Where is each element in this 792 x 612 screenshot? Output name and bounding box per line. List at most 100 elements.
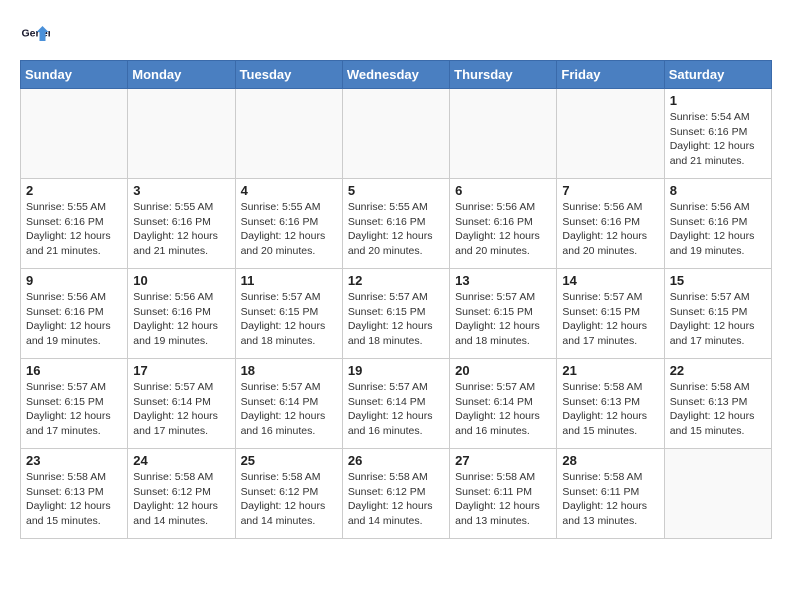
day-number: 10 xyxy=(133,273,229,288)
calendar-cell: 24 Sunrise: 5:58 AM Sunset: 6:12 PM Dayli… xyxy=(128,449,235,539)
day-number: 4 xyxy=(241,183,337,198)
calendar-header-row: SundayMondayTuesdayWednesdayThursdayFrid… xyxy=(21,61,772,89)
day-info: Sunrise: 5:57 AM Sunset: 6:15 PM Dayligh… xyxy=(348,290,444,349)
calendar-cell: 9Sunrise: 5:56 AM Sunset: 6:16 PM Daylig… xyxy=(21,269,128,359)
calendar-cell: 18 Sunrise: 5:57 AM Sunset: 6:14 PM Dayli… xyxy=(235,359,342,449)
calendar-cell xyxy=(557,89,664,179)
day-info: Sunrise: 5:58 AM Sunset: 6:13 PM Dayligh… xyxy=(562,380,658,439)
calendar-cell: 8 Sunrise: 5:56 AM Sunset: 6:16 PM Daylig… xyxy=(664,179,771,269)
day-number: 24 xyxy=(133,453,229,468)
day-number: 22 xyxy=(670,363,766,378)
calendar-cell: 3 Sunrise: 5:55 AM Sunset: 6:16 PM Daylig… xyxy=(128,179,235,269)
day-number: 28 xyxy=(562,453,658,468)
day-number: 11 xyxy=(241,273,337,288)
calendar-cell: 2 Sunrise: 5:55 AM Sunset: 6:16 PM Daylig… xyxy=(21,179,128,269)
calendar-cell: 5 Sunrise: 5:55 AM Sunset: 6:16 PM Daylig… xyxy=(342,179,449,269)
day-info: Sunrise: 5:56 AM Sunset: 6:16 PM Dayligh… xyxy=(562,200,658,259)
day-info: Sunrise: 5:57 AM Sunset: 6:14 PM Dayligh… xyxy=(348,380,444,439)
calendar-table: SundayMondayTuesdayWednesdayThursdayFrid… xyxy=(20,60,772,539)
calendar-cell: 25 Sunrise: 5:58 AM Sunset: 6:12 PM Dayli… xyxy=(235,449,342,539)
day-header-sunday: Sunday xyxy=(21,61,128,89)
calendar-cell: 17 Sunrise: 5:57 AM Sunset: 6:14 PM Dayli… xyxy=(128,359,235,449)
day-number: 15 xyxy=(670,273,766,288)
calendar-week-1: 2 Sunrise: 5:55 AM Sunset: 6:16 PM Daylig… xyxy=(21,179,772,269)
calendar-cell xyxy=(21,89,128,179)
calendar-cell: 13Sunrise: 5:57 AM Sunset: 6:15 PM Dayli… xyxy=(450,269,557,359)
day-info: Sunrise: 5:57 AM Sunset: 6:15 PM Dayligh… xyxy=(26,380,122,439)
calendar-cell: 19 Sunrise: 5:57 AM Sunset: 6:14 PM Dayli… xyxy=(342,359,449,449)
calendar-cell: 22 Sunrise: 5:58 AM Sunset: 6:13 PM Dayli… xyxy=(664,359,771,449)
day-number: 9 xyxy=(26,273,122,288)
day-info: Sunrise: 5:58 AM Sunset: 6:12 PM Dayligh… xyxy=(133,470,229,529)
logo-icon: General xyxy=(20,20,50,50)
calendar-cell: 16 Sunrise: 5:57 AM Sunset: 6:15 PM Dayli… xyxy=(21,359,128,449)
day-info: Sunrise: 5:57 AM Sunset: 6:14 PM Dayligh… xyxy=(455,380,551,439)
day-header-thursday: Thursday xyxy=(450,61,557,89)
day-info: Sunrise: 5:57 AM Sunset: 6:14 PM Dayligh… xyxy=(133,380,229,439)
day-header-monday: Monday xyxy=(128,61,235,89)
calendar-week-4: 23 Sunrise: 5:58 AM Sunset: 6:13 PM Dayli… xyxy=(21,449,772,539)
day-info: Sunrise: 5:58 AM Sunset: 6:13 PM Dayligh… xyxy=(26,470,122,529)
calendar-week-3: 16 Sunrise: 5:57 AM Sunset: 6:15 PM Dayli… xyxy=(21,359,772,449)
day-number: 6 xyxy=(455,183,551,198)
day-number: 12 xyxy=(348,273,444,288)
calendar-cell: 23 Sunrise: 5:58 AM Sunset: 6:13 PM Dayli… xyxy=(21,449,128,539)
day-number: 26 xyxy=(348,453,444,468)
calendar-cell: 15Sunrise: 5:57 AM Sunset: 6:15 PM Dayli… xyxy=(664,269,771,359)
day-info: Sunrise: 5:58 AM Sunset: 6:13 PM Dayligh… xyxy=(670,380,766,439)
day-number: 25 xyxy=(241,453,337,468)
calendar-cell xyxy=(128,89,235,179)
logo: General xyxy=(20,20,52,50)
day-info: Sunrise: 5:58 AM Sunset: 6:11 PM Dayligh… xyxy=(562,470,658,529)
day-info: Sunrise: 5:55 AM Sunset: 6:16 PM Dayligh… xyxy=(348,200,444,259)
day-number: 27 xyxy=(455,453,551,468)
calendar-cell: 28 Sunrise: 5:58 AM Sunset: 6:11 PM Dayli… xyxy=(557,449,664,539)
calendar-week-0: 1 Sunrise: 5:54 AM Sunset: 6:16 PM Daylig… xyxy=(21,89,772,179)
calendar-cell: 11Sunrise: 5:57 AM Sunset: 6:15 PM Dayli… xyxy=(235,269,342,359)
page-header: General xyxy=(20,20,772,50)
day-info: Sunrise: 5:55 AM Sunset: 6:16 PM Dayligh… xyxy=(241,200,337,259)
day-number: 21 xyxy=(562,363,658,378)
day-info: Sunrise: 5:55 AM Sunset: 6:16 PM Dayligh… xyxy=(133,200,229,259)
day-header-saturday: Saturday xyxy=(664,61,771,89)
day-number: 2 xyxy=(26,183,122,198)
calendar-cell: 21 Sunrise: 5:58 AM Sunset: 6:13 PM Dayli… xyxy=(557,359,664,449)
calendar-cell: 7 Sunrise: 5:56 AM Sunset: 6:16 PM Daylig… xyxy=(557,179,664,269)
day-number: 7 xyxy=(562,183,658,198)
day-info: Sunrise: 5:58 AM Sunset: 6:12 PM Dayligh… xyxy=(241,470,337,529)
calendar-cell: 10 Sunrise: 5:56 AM Sunset: 6:16 PM Dayli… xyxy=(128,269,235,359)
day-number: 1 xyxy=(670,93,766,108)
day-number: 18 xyxy=(241,363,337,378)
day-number: 23 xyxy=(26,453,122,468)
calendar-cell: 26 Sunrise: 5:58 AM Sunset: 6:12 PM Dayli… xyxy=(342,449,449,539)
day-number: 20 xyxy=(455,363,551,378)
day-info: Sunrise: 5:54 AM Sunset: 6:16 PM Dayligh… xyxy=(670,110,766,169)
calendar-cell: 20 Sunrise: 5:57 AM Sunset: 6:14 PM Dayli… xyxy=(450,359,557,449)
day-header-friday: Friday xyxy=(557,61,664,89)
calendar-cell: 12 Sunrise: 5:57 AM Sunset: 6:15 PM Dayli… xyxy=(342,269,449,359)
calendar-cell xyxy=(342,89,449,179)
calendar-cell xyxy=(664,449,771,539)
day-number: 8 xyxy=(670,183,766,198)
day-number: 5 xyxy=(348,183,444,198)
calendar-cell xyxy=(235,89,342,179)
calendar-cell: 1 Sunrise: 5:54 AM Sunset: 6:16 PM Daylig… xyxy=(664,89,771,179)
day-info: Sunrise: 5:55 AM Sunset: 6:16 PM Dayligh… xyxy=(26,200,122,259)
day-info: Sunrise: 5:57 AM Sunset: 6:14 PM Dayligh… xyxy=(241,380,337,439)
day-number: 14 xyxy=(562,273,658,288)
day-info: Sunrise: 5:56 AM Sunset: 6:16 PM Dayligh… xyxy=(133,290,229,349)
calendar-cell xyxy=(450,89,557,179)
day-info: Sunrise: 5:56 AM Sunset: 6:16 PM Dayligh… xyxy=(670,200,766,259)
day-number: 17 xyxy=(133,363,229,378)
day-info: Sunrise: 5:58 AM Sunset: 6:11 PM Dayligh… xyxy=(455,470,551,529)
day-info: Sunrise: 5:56 AM Sunset: 6:16 PM Dayligh… xyxy=(455,200,551,259)
day-number: 16 xyxy=(26,363,122,378)
day-info: Sunrise: 5:58 AM Sunset: 6:12 PM Dayligh… xyxy=(348,470,444,529)
day-info: Sunrise: 5:57 AM Sunset: 6:15 PM Dayligh… xyxy=(562,290,658,349)
day-header-wednesday: Wednesday xyxy=(342,61,449,89)
calendar-cell: 4 Sunrise: 5:55 AM Sunset: 6:16 PM Daylig… xyxy=(235,179,342,269)
calendar-cell: 14 Sunrise: 5:57 AM Sunset: 6:15 PM Dayli… xyxy=(557,269,664,359)
calendar-cell: 6 Sunrise: 5:56 AM Sunset: 6:16 PM Daylig… xyxy=(450,179,557,269)
day-number: 3 xyxy=(133,183,229,198)
day-number: 19 xyxy=(348,363,444,378)
